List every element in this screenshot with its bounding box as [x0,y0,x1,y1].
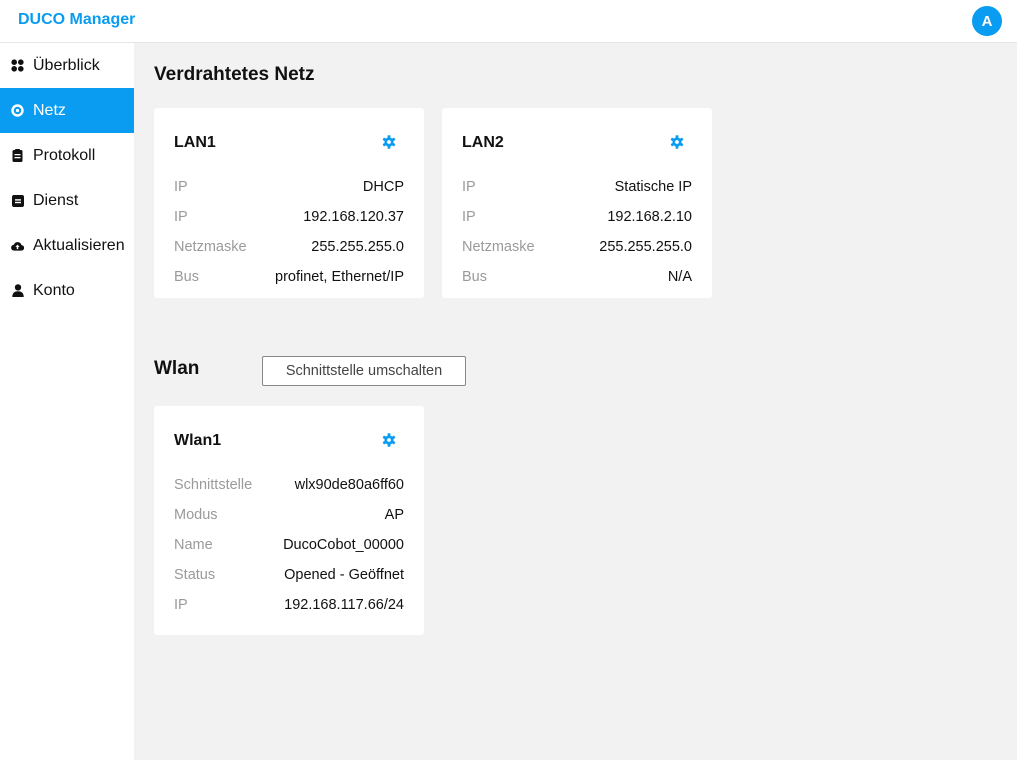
row-label: Modus [174,507,218,523]
switch-interface-button[interactable]: Schnittstelle umschalten [262,356,466,386]
row-label: Status [174,567,216,583]
info-row: Name DucoCobot_00000 [174,535,404,555]
row-label: Schnittstelle [174,477,253,493]
sidebar-item-label: Netz [33,101,66,119]
sidebar-item-label: Aktualisieren [33,236,125,254]
info-row: IP 192.168.2.10 [462,207,692,227]
info-row: IP 192.168.120.37 [174,207,404,227]
row-label: Name [174,537,213,553]
cloud-upload-icon [11,239,24,252]
row-value: N/A [667,269,692,285]
row-value: profinet, Ethernet/IP [275,269,404,285]
row-label: IP [462,179,476,195]
row-value: 192.168.117.66/24 [284,597,404,613]
sidebar-item-label: Protokoll [33,146,96,164]
info-row: IP 192.168.117.66/24 [174,595,404,615]
main-content: Verdrahtetes Netz LAN1 IP DHCP IP 192.168.… [134,43,1017,760]
row-label: Bus [462,269,487,285]
gear-icon[interactable] [382,135,396,149]
gear-icon[interactable] [670,135,684,149]
sidebar: Überblick Netz Protokoll Dienst Aktualis… [0,43,134,760]
sidebar-item-label: Überblick [33,56,100,74]
sidebar-item-label: Konto [33,281,75,299]
service-icon [11,194,24,207]
wlan1-card: Wlan1 Schnittstelle wlx90de80a6ff60 Modus… [154,406,424,635]
info-row: Netzmaske 255.255.255.0 [174,237,404,257]
card-title: Wlan1 [174,432,222,449]
info-row: Netzmaske 255.255.255.0 [462,237,692,257]
lan2-card: LAN2 IP Statische IP IP 192.168.2.10 Netzm… [442,108,712,298]
sidebar-item-log[interactable]: Protokoll [0,133,134,178]
row-value: Statische IP [614,179,692,195]
grid-icon [11,59,24,72]
card-title: LAN2 [462,134,504,151]
clipboard-icon [11,149,24,162]
info-row: Bus N/A [462,267,692,287]
row-value: 192.168.2.10 [607,209,692,225]
sidebar-item-label: Dienst [33,191,79,209]
lan1-card: LAN1 IP DHCP IP 192.168.120.37 Netzmaske 25… [154,108,424,298]
card-title: LAN1 [174,134,216,151]
wlan-title: Wlan [154,358,200,379]
sidebar-item-update[interactable]: Aktualisieren [0,223,134,268]
info-row: IP DHCP [174,177,404,197]
row-label: IP [174,597,188,613]
row-value: Opened - Geöffnet [284,567,404,583]
info-row: Schnittstelle wlx90de80a6ff60 [174,475,404,495]
top-bar: DUCO Manager A [0,0,1017,43]
row-value: DHCP [362,179,404,195]
user-icon [11,284,24,297]
info-row: Modus AP [174,505,404,525]
info-row: Bus profinet, Ethernet/IP [174,267,404,287]
wired-network-title: Verdrahtetes Netz [154,64,315,85]
info-row: IP Statische IP [462,177,692,197]
row-label: Bus [174,269,199,285]
row-label: Netzmaske [174,239,247,255]
app-title[interactable]: DUCO Manager [18,11,135,29]
row-label: IP [174,179,188,195]
row-value: DucoCobot_00000 [283,537,404,553]
row-label: Netzmaske [462,239,535,255]
row-label: IP [462,209,476,225]
row-value: 255.255.255.0 [311,239,404,255]
sidebar-item-overview[interactable]: Überblick [0,43,134,88]
avatar[interactable]: A [972,6,1002,36]
row-value: 192.168.120.37 [303,209,404,225]
sidebar-item-service[interactable]: Dienst [0,178,134,223]
sidebar-item-network[interactable]: Netz [0,88,134,133]
info-row: Status Opened - Geöffnet [174,565,404,585]
row-label: IP [174,209,188,225]
gear-icon[interactable] [382,433,396,447]
row-value: 255.255.255.0 [599,239,692,255]
row-value: wlx90de80a6ff60 [294,477,404,493]
row-value: AP [384,507,404,523]
network-icon [11,104,24,117]
sidebar-item-account[interactable]: Konto [0,268,134,313]
